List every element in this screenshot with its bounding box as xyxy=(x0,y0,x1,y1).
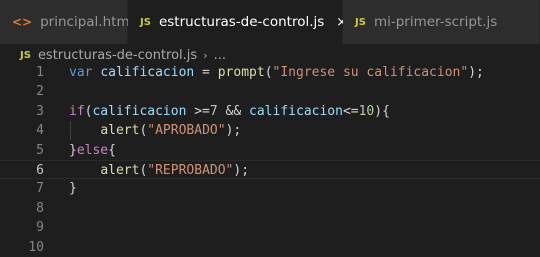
chevron-right-icon: › xyxy=(203,48,208,62)
code-line-7: 7 } xyxy=(0,179,540,198)
code-line-8: 8 xyxy=(0,199,540,218)
code-line-4: 4 alert("APROBADO"); xyxy=(0,121,540,140)
code-text: var calificacion = prompt("Ingrese su ca… xyxy=(69,65,484,80)
line-number: 6 xyxy=(36,162,44,178)
line-number: 2 xyxy=(36,84,44,100)
tab-label: principal.html xyxy=(40,14,134,30)
line-number: 9 xyxy=(36,220,44,236)
code-line-6: 6 alert("REPROBADO"); xyxy=(0,159,540,180)
tab-label: mi-primer-script.js xyxy=(373,14,498,30)
line-number: 8 xyxy=(36,200,44,216)
js-file-icon: JS xyxy=(355,16,366,28)
line-number: 4 xyxy=(36,123,44,139)
code-editor[interactable]: 1 var calificacion = prompt("Ingrese su … xyxy=(0,63,540,257)
code-text: alert("APROBADO"); xyxy=(100,123,242,139)
js-file-icon: JS xyxy=(140,16,151,28)
code-line-1: 1 var calificacion = prompt("Ingrese su … xyxy=(0,63,540,82)
code-line-10: 10 xyxy=(0,238,540,257)
code-line-9: 9 xyxy=(0,218,540,237)
line-number: 7 xyxy=(36,181,44,197)
tab-mi-primer-script-js[interactable]: JS mi-primer-script.js xyxy=(343,0,540,44)
tab-principal-html[interactable]: <> principal.html xyxy=(0,0,133,44)
tab-label: estructuras-de-control.js xyxy=(158,14,325,30)
breadcrumb-file[interactable]: estructuras-de-control.js xyxy=(38,48,197,63)
line-number: 3 xyxy=(36,103,44,119)
code-text: } xyxy=(69,181,77,197)
tab-estructuras-de-control-js[interactable]: JS estructuras-de-control.js × xyxy=(128,0,347,44)
code-text: if(calificacion >=7 && calificacion<=10)… xyxy=(69,103,390,119)
code-line-5: 5 }else{ xyxy=(0,141,540,160)
code-line-2: 2 xyxy=(0,82,540,101)
code-text: alert("REPROBADO"); xyxy=(100,162,250,178)
code-line-3: 3 if(calificacion >=7 && calificacion<=1… xyxy=(0,102,540,121)
line-number: 5 xyxy=(36,142,44,158)
code-text: }else{ xyxy=(69,142,116,158)
html-file-icon: <> xyxy=(12,15,33,29)
tab-bar: <> principal.html JS estructuras-de-cont… xyxy=(0,0,540,44)
js-file-icon: JS xyxy=(20,49,31,61)
line-number: 1 xyxy=(36,65,44,80)
line-number: 10 xyxy=(28,239,44,255)
breadcrumb-more[interactable]: ... xyxy=(214,48,226,63)
